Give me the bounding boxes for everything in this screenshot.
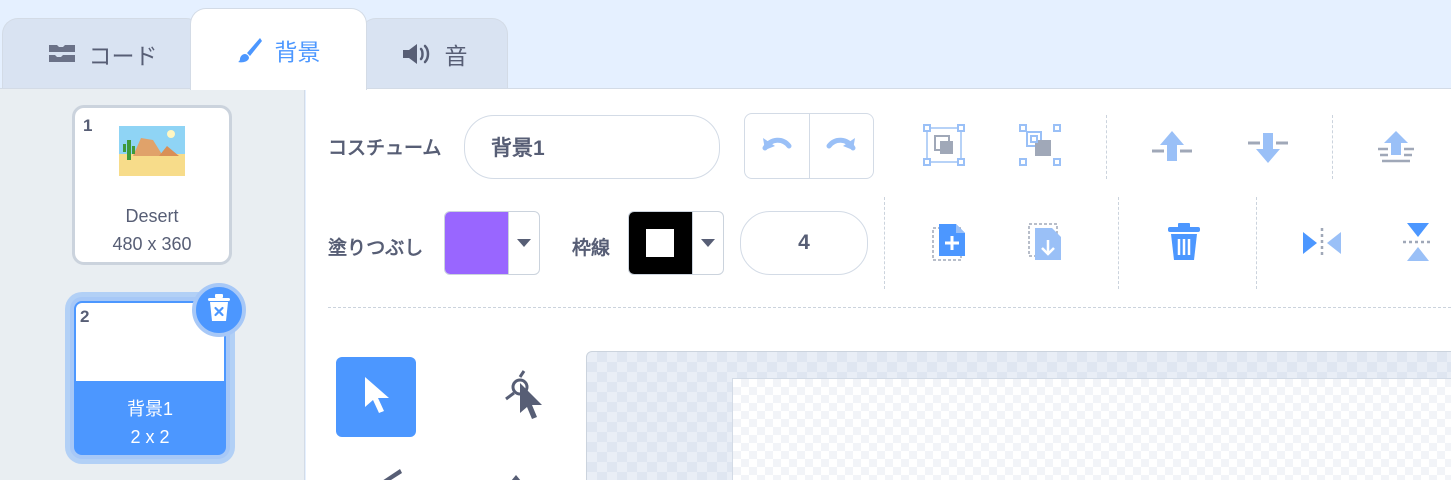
reshape-tool[interactable] <box>486 357 566 437</box>
editor-tabs: コード 音 背景 <box>0 0 1451 90</box>
ungroup-button[interactable] <box>1018 123 1062 171</box>
paintbrush-icon <box>237 36 263 64</box>
eraser-tool-partial[interactable] <box>496 469 536 480</box>
reshape-cursor-icon <box>502 369 550 426</box>
desert-thumbnail <box>119 126 185 176</box>
costume-name-value: 背景1 <box>491 137 545 160</box>
outline-color-picker[interactable] <box>628 211 724 275</box>
fill-color-picker[interactable] <box>444 211 540 275</box>
backdrop-tile-desert[interactable]: 1 Desert 480 x 360 <box>72 105 232 265</box>
chevron-down-icon <box>507 212 539 274</box>
flip-vertical-button[interactable] <box>1396 221 1440 268</box>
undo-redo-group <box>744 113 874 179</box>
backdrop-number-overlay: 2 <box>80 307 90 326</box>
drawing-canvas[interactable] <box>732 378 1451 480</box>
flip-horizontal-button[interactable] <box>1300 225 1344 265</box>
front-icon <box>1374 129 1418 170</box>
redo-button[interactable] <box>810 114 874 178</box>
copy-icon <box>1028 222 1064 267</box>
ungroup-icon <box>1019 123 1061 171</box>
toolbar-separator <box>1106 115 1107 179</box>
redo-icon <box>825 134 857 159</box>
paste-icon <box>932 222 968 267</box>
delete-backdrop-button[interactable] <box>192 283 246 337</box>
flip-vertical-icon <box>1401 221 1435 268</box>
toolbar-divider <box>328 307 1451 308</box>
flip-horizontal-icon <box>1301 226 1343 265</box>
costume-name-input[interactable]: 背景1 <box>464 115 720 179</box>
toolbar-separator <box>1332 115 1333 179</box>
outline-color-swatch <box>629 212 692 274</box>
tab-sounds[interactable]: 音 <box>360 18 508 88</box>
backdrop-number: 1 <box>83 116 93 135</box>
copy-button[interactable] <box>1026 222 1066 267</box>
chevron-down-icon <box>691 212 723 274</box>
outline-width-input[interactable]: 4 <box>740 211 868 275</box>
outline-label: 枠線 <box>572 238 611 259</box>
trash-icon <box>206 293 232 328</box>
tab-sounds-label: 音 <box>444 42 468 69</box>
arrow-cursor-icon <box>361 375 391 420</box>
outline-swatch-inner <box>646 229 675 257</box>
brush-tool-partial[interactable] <box>366 467 406 480</box>
brush-icon <box>366 469 406 480</box>
toolbar-separator <box>884 197 885 289</box>
code-blocks-icon <box>47 43 77 65</box>
toolbar-separator <box>1256 197 1257 289</box>
fill-color-swatch <box>445 212 508 274</box>
undo-icon <box>761 134 793 159</box>
tab-backdrops[interactable]: 背景 <box>190 8 367 90</box>
backdrop-size: 2 x 2 <box>130 427 170 447</box>
fill-label: 塗りつぶし <box>328 238 424 259</box>
backdrop-name: Desert <box>125 206 179 226</box>
outline-width-value: 4 <box>798 231 810 254</box>
select-tool[interactable] <box>336 357 416 437</box>
tab-code[interactable]: コード <box>2 18 202 88</box>
forward-button[interactable] <box>1150 129 1194 169</box>
paint-editor: コスチューム 背景1 塗りつぶし 枠線 4 <box>306 88 1451 480</box>
costume-label: コスチューム <box>328 138 442 159</box>
group-button[interactable] <box>922 123 966 171</box>
trash-icon <box>1166 222 1202 267</box>
speaker-icon <box>401 42 433 66</box>
backward-button[interactable] <box>1246 129 1290 169</box>
delete-button[interactable] <box>1164 222 1204 267</box>
tab-code-label: コード <box>88 42 158 69</box>
toolbar-separator <box>1118 197 1119 289</box>
tab-backdrops-label: 背景 <box>274 38 321 65</box>
backward-icon <box>1246 129 1290 170</box>
undo-button[interactable] <box>745 114 810 178</box>
paste-button[interactable] <box>930 223 970 265</box>
eraser-icon <box>496 475 536 480</box>
canvas-area[interactable] <box>586 351 1451 480</box>
backdrop-size: 480 x 360 <box>112 234 192 254</box>
backdrop-name: 背景1 <box>126 399 173 419</box>
forward-icon <box>1150 129 1194 170</box>
front-button[interactable] <box>1374 129 1418 169</box>
backdrop-list: 1 Desert 480 x 360 2 2 背景1 2 x 2 <box>0 88 305 480</box>
group-icon <box>923 123 965 171</box>
